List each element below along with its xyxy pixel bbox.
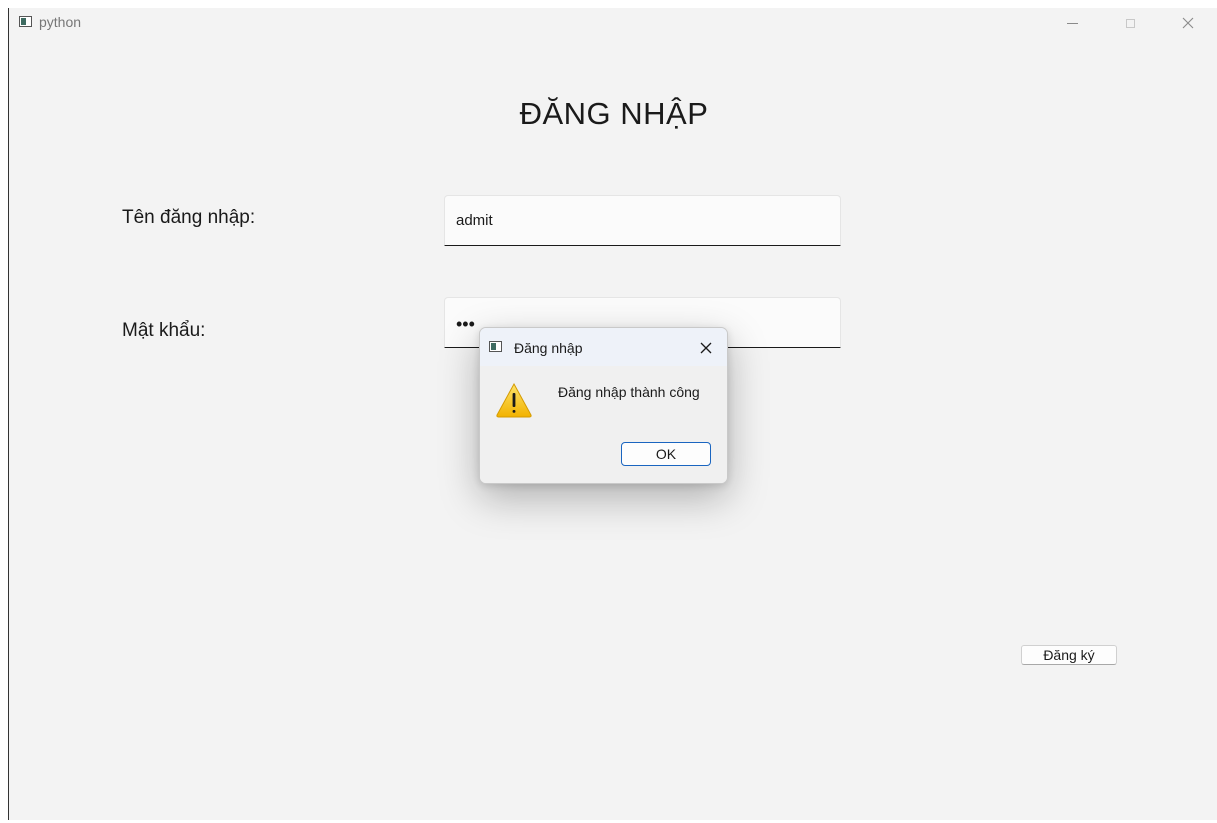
dialog-body: Đăng nhập thành công OK — [480, 366, 727, 483]
password-label: Mật khẩu: — [122, 320, 206, 341]
minimize-button[interactable] — [1049, 8, 1095, 38]
page-title: ĐĂNG NHẬP — [519, 96, 709, 131]
app-window-icon — [19, 16, 32, 27]
window-title: python — [39, 14, 82, 30]
minimize-icon — [1066, 22, 1078, 24]
dialog-title: Đăng nhập — [514, 340, 583, 356]
dialog-titlebar[interactable]: Đăng nhập — [480, 328, 727, 366]
close-icon — [700, 342, 712, 354]
dialog-close-button[interactable] — [692, 334, 720, 362]
warning-icon — [496, 382, 532, 418]
ok-button[interactable]: OK — [621, 442, 711, 466]
window-titlebar[interactable]: python — [9, 8, 1217, 38]
close-window-button[interactable] — [1165, 8, 1211, 38]
dialog-message: Đăng nhập thành công — [558, 384, 700, 400]
username-value: admit — [456, 212, 493, 229]
dialog-app-icon — [489, 341, 502, 352]
username-input[interactable]: admit — [444, 195, 841, 246]
close-icon — [1182, 17, 1194, 29]
username-label: Tên đăng nhập: — [122, 207, 256, 228]
register-button[interactable]: Đăng ký — [1021, 645, 1117, 665]
login-message-dialog: Đăng nhập Đăng nhập thành công OK — [479, 327, 728, 484]
password-value: ••• — [456, 314, 475, 334]
maximize-icon — [1125, 18, 1135, 28]
maximize-button[interactable] — [1107, 8, 1153, 38]
